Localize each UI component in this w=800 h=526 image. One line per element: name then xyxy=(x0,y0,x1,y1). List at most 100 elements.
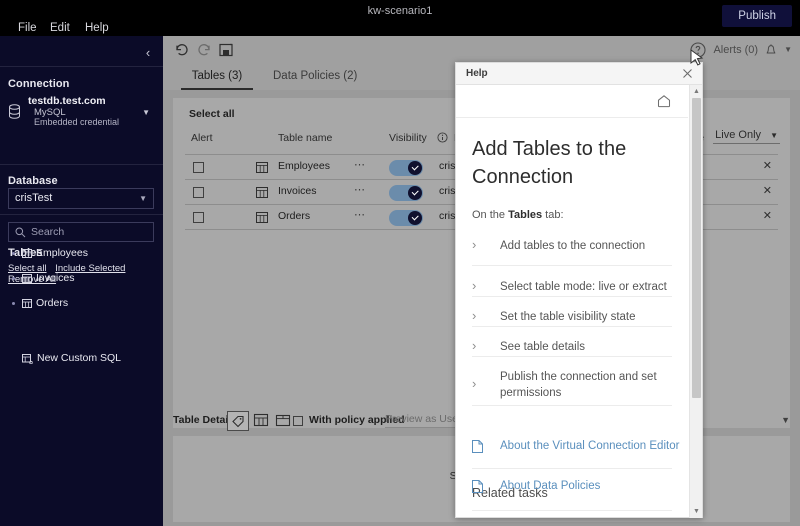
bullet-icon xyxy=(12,302,15,305)
bullet-icon xyxy=(12,277,15,280)
menu-edit[interactable]: Edit xyxy=(50,20,70,36)
help-item-label: Add tables to the connection xyxy=(500,240,646,252)
help-intro-prefix: On the xyxy=(472,209,509,221)
row-table-name: Employees xyxy=(278,160,330,172)
column-table-name: Table name xyxy=(278,132,333,144)
row-visibility-toggle[interactable] xyxy=(389,210,423,226)
chevron-right-icon: › xyxy=(472,338,477,353)
sidebar-table-label: Orders xyxy=(36,297,69,309)
sidebar-table-label: Employees xyxy=(36,247,88,259)
help-panel-title: Help xyxy=(466,68,488,79)
chevron-right-icon: › xyxy=(472,376,477,391)
chevron-right-icon: › xyxy=(472,237,477,252)
row-more-menu[interactable]: ⋯ xyxy=(354,208,366,221)
redo-icon[interactable] xyxy=(195,41,213,59)
row-table-name: Invoices xyxy=(278,185,317,197)
home-icon[interactable] xyxy=(656,93,672,109)
tab-tables[interactable]: Tables (3) xyxy=(181,63,253,90)
row-checkbox[interactable] xyxy=(193,212,204,223)
connection-card[interactable]: testdb.test.com MySQL Embedded credentia… xyxy=(8,95,156,130)
search-input[interactable]: Search xyxy=(8,222,154,242)
window-title: kw-scenario1 xyxy=(367,5,433,17)
search-placeholder: Search xyxy=(31,226,65,238)
close-icon[interactable] xyxy=(680,66,695,81)
tag-icon[interactable] xyxy=(227,411,249,431)
row-remove-close-icon[interactable]: ✕ xyxy=(763,209,772,222)
help-item-label: See table details xyxy=(500,341,586,353)
visibility-info-icon[interactable] xyxy=(437,132,448,143)
grid-icon xyxy=(256,212,268,223)
row-more-menu[interactable]: ⋯ xyxy=(354,158,366,171)
column-visibility: Visibility xyxy=(389,132,427,144)
preview-as-user-value: Preview as User xyxy=(385,413,462,425)
scrollbar-thumb[interactable] xyxy=(692,98,701,398)
sidebar-collapse-chevron-left-icon[interactable]: ‹ xyxy=(139,44,157,62)
row-table-name: Orders xyxy=(278,210,311,222)
details-collapse-chevron-down-icon[interactable]: ▼ xyxy=(781,415,790,425)
scroll-up-icon[interactable]: ▲ xyxy=(690,85,703,98)
help-panel-body: Add Tables to the Connection On the Tabl… xyxy=(456,85,702,518)
undo-icon[interactable] xyxy=(173,41,191,59)
row-more-menu[interactable]: ⋯ xyxy=(354,183,366,196)
search-icon xyxy=(15,227,26,238)
table-mode-selector[interactable]: Live Only ▼ xyxy=(713,128,780,144)
database-select-value: crisTest xyxy=(15,192,53,204)
help-article-title: Add Tables to the Connection xyxy=(472,138,627,188)
database-chevron-down-icon: ▼ xyxy=(139,194,147,203)
help-panel: Help Add Tables to the Connection On the… xyxy=(455,62,703,518)
virtual-connection-editor: kw-scenario1 Publish File Edit Help ‹ Co… xyxy=(0,0,800,526)
help-question-icon[interactable] xyxy=(689,41,707,59)
bell-icon[interactable] xyxy=(764,42,778,57)
chevron-right-icon: › xyxy=(472,278,477,293)
connection-credential: Embedded credential xyxy=(34,117,120,127)
row-checkbox[interactable] xyxy=(193,187,204,198)
help-intro: On the Tables tab: xyxy=(472,209,564,221)
help-panel-scrollbar[interactable]: ▲ ▼ xyxy=(689,85,702,518)
custom-sql-icon xyxy=(22,354,33,364)
bullet-icon xyxy=(12,252,15,255)
help-item-label: Publish the connection and set permissio… xyxy=(500,371,657,399)
row-checkbox[interactable] xyxy=(193,162,204,173)
chevron-right-icon: › xyxy=(472,308,477,323)
row-remove-close-icon[interactable]: ✕ xyxy=(763,184,772,197)
connection-chevron-down-icon[interactable]: ▼ xyxy=(142,108,150,117)
help-item-label: Select table mode: live or extract xyxy=(500,281,667,293)
menu-bar: File Edit Help xyxy=(0,20,800,36)
scroll-down-icon[interactable]: ▼ xyxy=(690,505,703,518)
document-icon xyxy=(472,440,483,453)
row-visibility-toggle[interactable] xyxy=(389,160,423,176)
grid-icon xyxy=(256,187,268,198)
database-header: Database xyxy=(8,175,58,187)
database-select[interactable]: crisTest ▼ xyxy=(8,188,154,209)
grid-icon xyxy=(22,274,32,283)
with-policy-applied-checkbox[interactable] xyxy=(293,416,303,426)
connection-name: testdb.test.com xyxy=(28,95,106,107)
toggle-knob-icon xyxy=(408,161,422,175)
table-mode-value: Live Only xyxy=(715,129,762,141)
left-sidebar: ‹ Connection testdb.test.com MySQL Embed… xyxy=(0,36,163,526)
alerts-label[interactable]: Alerts (0) xyxy=(713,44,758,56)
menu-file[interactable]: File xyxy=(18,20,37,36)
table-mode-chevron-down-icon: ▼ xyxy=(770,131,778,140)
help-item-label: Set the table visibility state xyxy=(500,311,636,323)
alerts-chevron-down-icon[interactable]: ▼ xyxy=(784,45,792,54)
help-panel-header: Help xyxy=(456,63,702,85)
grid-icon[interactable] xyxy=(251,411,271,429)
columns-icon[interactable] xyxy=(273,411,293,429)
tab-data-policies[interactable]: Data Policies (2) xyxy=(273,63,357,90)
menu-help[interactable]: Help xyxy=(85,20,109,36)
database-icon xyxy=(9,104,20,119)
help-intro-suffix: tab: xyxy=(542,209,564,221)
new-custom-sql-label: New Custom SQL xyxy=(37,352,122,364)
grid-icon xyxy=(22,299,32,308)
select-all-checkbox-label[interactable]: Select all xyxy=(189,108,235,120)
sidebar-table-label: Invoices xyxy=(36,272,75,284)
grid-icon xyxy=(22,249,32,258)
connection-header: Connection xyxy=(8,78,70,90)
help-home-separator xyxy=(456,117,688,118)
row-visibility-toggle[interactable] xyxy=(389,185,423,201)
row-remove-close-icon[interactable]: ✕ xyxy=(763,159,772,172)
toggle-knob-icon xyxy=(408,211,422,225)
grid-icon xyxy=(256,162,268,173)
save-icon[interactable] xyxy=(217,41,235,59)
